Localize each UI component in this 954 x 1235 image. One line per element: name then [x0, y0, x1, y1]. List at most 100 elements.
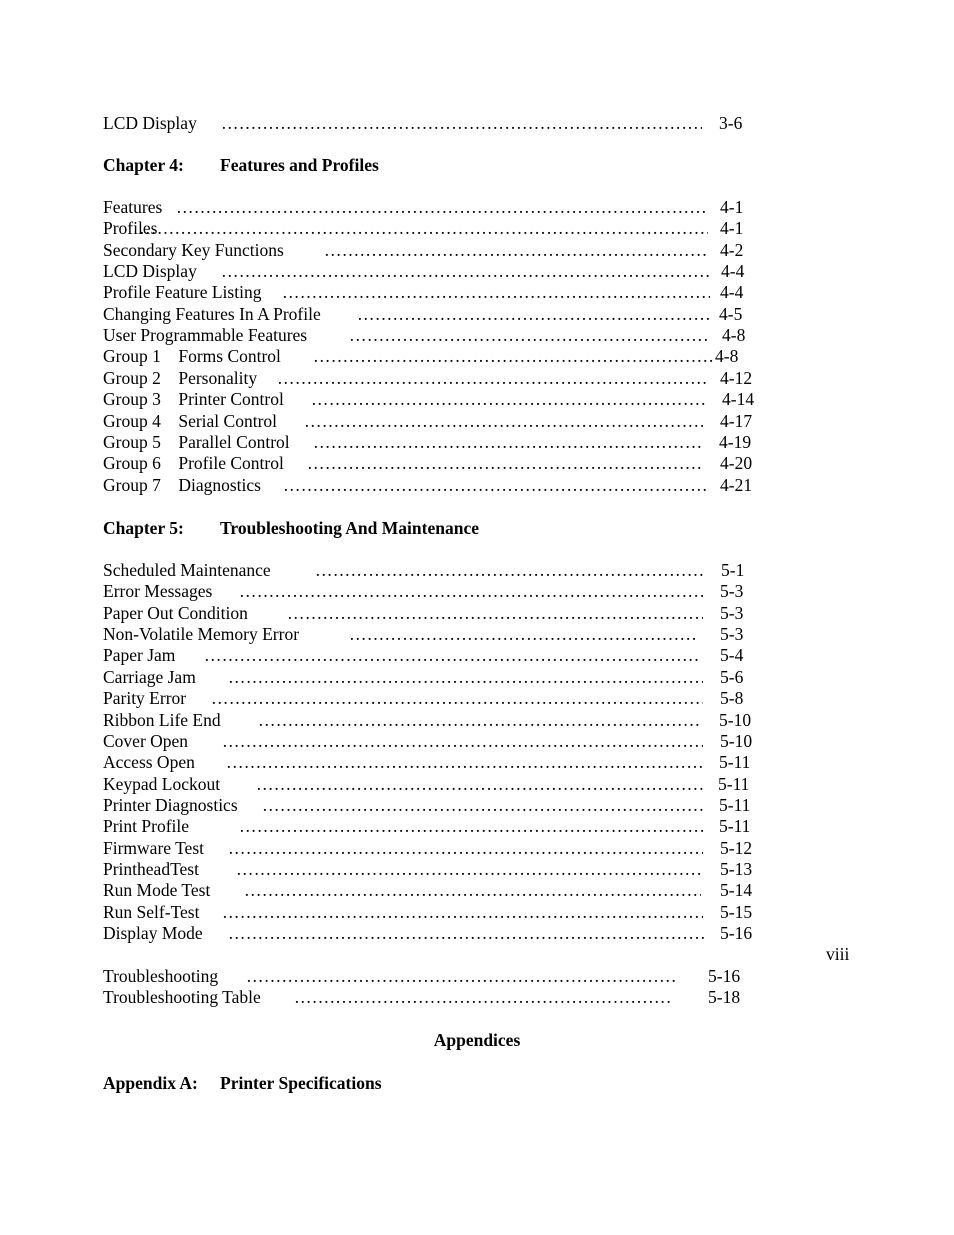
toc-entry-page: 5-10 — [719, 710, 752, 730]
toc-entry-page: 5-1 — [721, 560, 745, 580]
toc-entry-page: 5-11 — [719, 795, 751, 815]
appendix-a-title: Printer Specifications — [220, 1073, 382, 1093]
toc-leader-dots: …………………………………………………………………………………………………………… — [246, 966, 676, 986]
toc-entry-title: PrintheadTest — [103, 859, 199, 879]
toc-entry-title: Group 2 Personality — [103, 368, 258, 388]
toc-entry-title: Secondary Key Functions — [103, 240, 284, 260]
toc-entry: Parity Error …………………………………………………………………………… — [103, 688, 803, 709]
toc-leader-dots: …………………………………………………………………………………………………………… — [228, 923, 705, 943]
toc-entry: Error Messages ……………………………………………………………………… — [103, 581, 803, 602]
toc-entry-page: 4-8 — [715, 346, 739, 366]
toc-entry-title: Firmware Test — [103, 838, 205, 858]
toc-leader-dots: …………………………………………………………………………………………………………… — [211, 688, 703, 708]
toc-entry-page: 4-2 — [720, 240, 744, 260]
chapter-4-label: Chapter 4: — [103, 155, 184, 175]
toc-entry-page: 4-5 — [719, 304, 743, 324]
toc-leader-dots: …………………………………………………………………………………………………………… — [221, 113, 702, 133]
toc-leader-dots: …………………………………………………………………………………………………………… — [139, 218, 708, 238]
appendix-a-label: Appendix A: — [103, 1073, 198, 1093]
toc-entry-page: 4-1 — [720, 197, 744, 217]
toc-entry: Run Mode Test ………………………………………………………………………… — [103, 880, 803, 901]
toc-entry: Group 1 Forms Control …………………………………………………… — [103, 346, 803, 367]
toc-leader-dots: …………………………………………………………………………………………………………… — [226, 752, 705, 772]
toc-entry-title: Group 5 Parallel Control — [103, 432, 290, 452]
toc-entry-page: 5-11 — [718, 774, 750, 794]
toc-leader-dots: …………………………………………………………………………………………………………… — [313, 432, 703, 452]
toc-entry-page: 5-16 — [708, 966, 741, 986]
toc-entry-page: 5-14 — [720, 880, 753, 900]
toc-entry: Group 2 Personality ………………………………………………………… — [103, 368, 803, 389]
toc-entry-title: Paper Jam — [103, 645, 176, 665]
toc-entry: Group 7 Diagnostics ………………………………………………………… — [103, 475, 803, 496]
toc-entry: Run Self-Test ………………………………………………………………………… — [103, 902, 803, 923]
toc-entry-title: Non-Volatile Memory Error — [103, 624, 300, 644]
toc-entry-title: Changing Features In A Profile — [103, 304, 321, 324]
toc-entry-title: Carriage Jam — [103, 667, 196, 687]
toc-entry-title: Ribbon Life End — [103, 710, 221, 730]
toc-entry-title: Features — [103, 197, 163, 217]
toc-leader-dots: …………………………………………………………………………………………………………… — [283, 475, 706, 495]
toc-entry-title: LCD Display — [103, 261, 197, 281]
toc-entry-title: Print Profile — [103, 816, 190, 836]
toc-leader-dots: …………………………………………………………………………………………………………… — [236, 859, 703, 879]
toc-entry: Printer Diagnostics ………………………………………………………… — [103, 795, 803, 816]
toc-entry-page: 4-4 — [721, 261, 745, 281]
toc-entry: Troubleshooting Table …………………………………………………… — [103, 987, 803, 1008]
toc-entry-title: Group 7 Diagnostics — [103, 475, 261, 495]
toc-leader-dots: …………………………………………………………………………………………………………… — [287, 603, 703, 623]
toc-entry-title: Paper Out Condition — [103, 603, 248, 623]
toc-entry-page: 4-21 — [720, 475, 753, 495]
toc-leader-dots: …………………………………………………………………………………………………………… — [307, 453, 702, 473]
toc-leader-dots: …………………………………………………………………………………………………………… — [282, 282, 710, 302]
toc-entry: Firmware Test ………………………………………………………………………… — [103, 838, 803, 859]
toc-entry: PrintheadTest ………………………………………………………………………… — [103, 859, 803, 880]
toc-entry: Group 5 Parallel Control …………………………………………… — [103, 432, 803, 453]
toc-entry-page: 5-4 — [720, 645, 744, 665]
toc-entry: Access Open ……………………………………………………………………………… — [103, 752, 803, 773]
toc-entry: LCD Display ……………………………………………………………………………… — [103, 261, 803, 282]
toc-entry-title: Troubleshooting Table — [103, 987, 261, 1007]
toc-entry-page: 5-18 — [708, 987, 741, 1007]
toc-entry-title: Run Mode Test — [103, 880, 211, 900]
toc-leader-dots: …………………………………………………………………………………………………………… — [222, 902, 703, 922]
toc-entry: Group 3 Printer Control ……………………………………………… — [103, 389, 803, 410]
toc-entry-page: 5-3 — [720, 581, 744, 601]
toc-entry: Scheduled Maintenance …………………………………………………… — [103, 560, 803, 581]
toc-entry-title: Group 1 Forms Control — [103, 346, 281, 366]
toc-entry: Carriage Jam …………………………………………………………………………… — [103, 667, 803, 688]
toc-entry-page: 3-6 — [719, 113, 743, 133]
toc-entry: Group 4 Serial Control ………………………………………………… — [103, 411, 803, 432]
chapter-5-title: Troubleshooting And Maintenance — [220, 518, 479, 538]
toc-entry-title: Cover Open — [103, 731, 189, 751]
toc-entry-page: 4-8 — [722, 325, 746, 345]
toc-leader-dots: …………………………………………………………………………………………………………… — [277, 368, 706, 388]
toc-leader-dots: …………………………………………………………………………………………………………… — [256, 774, 703, 794]
toc-leader-dots: …………………………………………………………………………………………………………… — [294, 987, 672, 1007]
toc-entry-title: Printer Diagnostics — [103, 795, 238, 815]
toc-leader-dots: …………………………………………………………………………………………………………… — [324, 240, 706, 260]
toc-entry-title: Access Open — [103, 752, 195, 772]
toc-leader-dots: …………………………………………………………………………………………………………… — [228, 838, 703, 858]
toc-entry-title: Group 6 Profile Control — [103, 453, 284, 473]
toc-entry-page: 5-11 — [719, 752, 751, 772]
toc-leader-dots: …………………………………………………………………………………………………………… — [222, 731, 703, 751]
toc-entry-title: Troubleshooting — [103, 966, 219, 986]
toc-entry-page: 4-14 — [722, 389, 755, 409]
toc-leader-dots: …………………………………………………………………………………………………………… — [239, 816, 705, 836]
toc-entry: Display Mode …………………………………………………………………………… — [103, 923, 803, 944]
toc-entry-title: Parity Error — [103, 688, 187, 708]
toc-entry: Paper Jam …………………………………………………………………………………… — [103, 645, 803, 666]
toc-leader-dots: …………………………………………………………………………………………………………… — [349, 325, 707, 345]
toc-entry: Non-Volatile Memory Error ………………………………………… — [103, 624, 803, 645]
toc-entry: User Programmable Features ……………………………………… — [103, 325, 803, 346]
toc-leader-dots: …………………………………………………………………………………………………………… — [258, 710, 700, 730]
toc-leader-dots: …………………………………………………………………………………………………………… — [311, 389, 706, 409]
toc-leader-dots: …………………………………………………………………………………………………………… — [313, 346, 714, 366]
chapter-5-label: Chapter 5: — [103, 518, 184, 538]
toc-entry-title: Error Messages — [103, 581, 213, 601]
toc-entry-page: 4-17 — [720, 411, 753, 431]
toc-entry: Cover Open ………………………………………………………………………………… — [103, 731, 803, 752]
page-number: viii — [826, 944, 850, 964]
toc-entry: Secondary Key Functions ……………………………………………… — [103, 240, 803, 261]
toc-entry: Features ……………………………………………………………………………………… — [103, 197, 803, 218]
